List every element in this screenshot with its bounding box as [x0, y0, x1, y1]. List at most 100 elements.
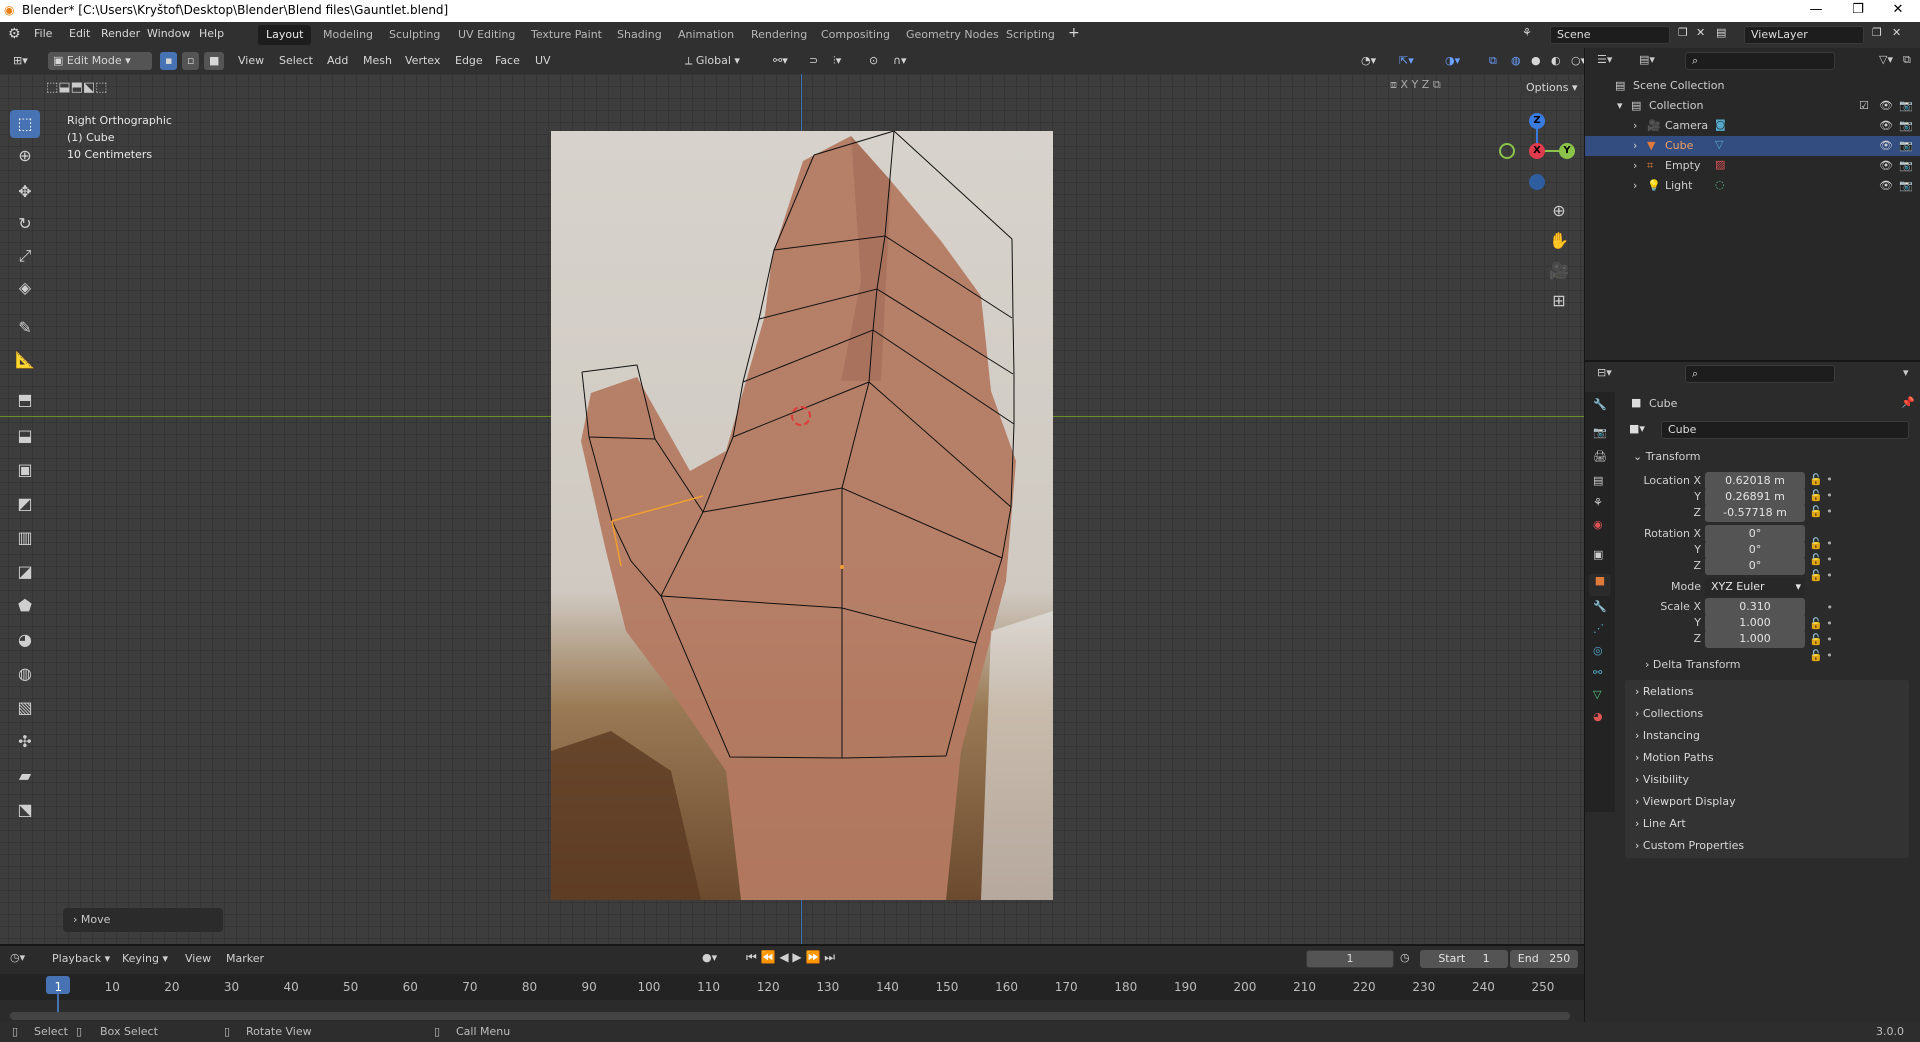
view-layer-field[interactable]: ViewLayer — [1744, 26, 1864, 44]
constraints-tab-icon[interactable]: ⚯ — [1593, 666, 1602, 679]
scene-tab-icon[interactable]: ⚘ — [1593, 496, 1603, 509]
mode-dropdown[interactable]: ▣ Edit Mode ▾ — [48, 52, 152, 70]
camera-view-icon[interactable]: 🎥 — [1547, 259, 1571, 283]
gizmo-neg-z-axis[interactable] — [1529, 174, 1545, 190]
options-button[interactable]: Options ▾ — [1520, 80, 1584, 96]
render-camera-icon[interactable]: 📷 — [1899, 139, 1913, 152]
navigation-gizmo[interactable]: Z X Y — [1492, 108, 1582, 198]
collection-tab-icon[interactable]: ▣ — [1593, 548, 1603, 561]
proportional-edit-icon[interactable]: ⊙ — [864, 52, 883, 70]
panel-relations[interactable]: › Relations — [1625, 680, 1909, 704]
3d-viewport[interactable]: ⬚ ⊕ ✥ ↻ ⤢ ◈ ✎ 📐 ⬒ ⬓ ▣ ◩ ▥ ◪ ⬟ ◕ ◍ ▧ ✣ ▰ … — [0, 74, 1584, 944]
exclude-checkbox[interactable]: ☑ — [1859, 99, 1869, 112]
snap-target-icon[interactable]: ⫶▾ — [828, 52, 846, 70]
render-camera-icon[interactable]: 📷 — [1899, 119, 1913, 132]
menu-timeline-view[interactable]: View — [185, 952, 211, 965]
menu-select[interactable]: Select — [274, 52, 318, 70]
properties-editor-type-icon[interactable]: ⊟▾ — [1597, 366, 1612, 379]
start-frame-field[interactable]: Start 1 — [1420, 950, 1508, 968]
render-camera-icon[interactable]: 📷 — [1899, 159, 1913, 172]
transform-panel-header[interactable]: ⌄ Transform — [1633, 450, 1700, 463]
orientation-dropdown[interactable]: ⟂ Global ▾ — [680, 52, 745, 70]
rotation-z-field[interactable]: 0° — [1705, 557, 1805, 575]
tab-layout[interactable]: Layout — [258, 25, 312, 45]
extrude-tool-icon[interactable]: ⬓ — [10, 422, 40, 450]
tab-geometry-nodes[interactable]: Geometry Nodes — [898, 25, 1007, 45]
outliner-editor-type-icon[interactable]: ☰▾ — [1597, 53, 1612, 66]
panel-line-art[interactable]: › Line Art — [1625, 812, 1909, 836]
menu-edit[interactable]: Edit — [69, 27, 90, 40]
particles-tab-icon[interactable]: ⋰ — [1593, 622, 1604, 635]
expand-arrow-icon[interactable]: › — [1633, 119, 1637, 132]
outliner-item-light[interactable]: › 💡 Light ◌ 👁 📷 — [1585, 176, 1920, 196]
auto-merge-icon[interactable]: ⧉ — [1433, 78, 1441, 91]
view-layer-tab-icon[interactable]: ▤ — [1593, 474, 1603, 487]
smooth-tool-icon[interactable]: ◍ — [10, 660, 40, 688]
pin-icon[interactable]: 📌 — [1901, 396, 1915, 409]
panel-custom-properties[interactable]: › Custom Properties — [1625, 834, 1909, 858]
menu-edge[interactable]: Edge — [450, 52, 488, 70]
pan-hand-icon[interactable]: ✋ — [1547, 229, 1571, 253]
panel-visibility[interactable]: › Visibility — [1625, 768, 1909, 792]
timeline-editor-type-icon[interactable]: ◷▾ — [10, 951, 25, 964]
mirror-y-toggle[interactable]: Y — [1412, 78, 1419, 91]
snap-icon[interactable]: ⊃ — [804, 52, 823, 70]
face-select-icon[interactable]: ■ — [204, 52, 225, 70]
menu-window[interactable]: Window — [147, 27, 190, 40]
xray-icon[interactable]: ⧉ — [1484, 52, 1502, 70]
menu-help[interactable]: Help — [199, 27, 224, 40]
properties-search-input[interactable]: ⌕ — [1685, 365, 1835, 383]
zoom-icon[interactable]: ⊕ — [1547, 199, 1571, 223]
close-button[interactable]: ✕ — [1878, 2, 1918, 17]
tab-scripting[interactable]: Scripting — [998, 25, 1063, 45]
object-type-dropdown-icon[interactable]: ■▾ — [1629, 422, 1645, 435]
menu-face[interactable]: Face — [490, 52, 525, 70]
menu-add[interactable]: Add — [322, 52, 353, 70]
shear-tool-icon[interactable]: ▰ — [10, 762, 40, 790]
collection-row[interactable]: ▾ ▤ Collection ☑ 👁 📷 — [1585, 96, 1920, 116]
render-camera-icon[interactable]: 📷 — [1899, 179, 1913, 192]
expand-arrow-icon[interactable]: › — [1633, 139, 1637, 152]
panel-instancing[interactable]: › Instancing — [1625, 724, 1909, 748]
tab-animation[interactable]: Animation — [670, 25, 742, 45]
select-box-tool-icon[interactable]: ⬚ — [10, 110, 40, 138]
gizmo-x-axis[interactable]: X — [1529, 143, 1545, 159]
menu-vertex[interactable]: Vertex — [400, 52, 445, 70]
menu-file[interactable]: File — [34, 27, 52, 40]
transform-tool-icon[interactable]: ◈ — [10, 274, 40, 302]
spin-tool-icon[interactable]: ◕ — [10, 626, 40, 654]
editor-type-icon[interactable]: ⊞▾ — [8, 52, 33, 70]
rotate-tool-icon[interactable]: ↻ — [10, 210, 40, 238]
new-view-layer-icon[interactable]: ❐ — [1872, 26, 1882, 39]
bevel-tool-icon[interactable]: ◩ — [10, 490, 40, 518]
record-keyframe-icon[interactable]: ●▾ — [702, 951, 717, 964]
end-frame-field[interactable]: End 250 — [1510, 950, 1578, 968]
vertex-select-icon[interactable]: ▪ — [160, 52, 178, 70]
blender-menu-icon[interactable]: ⚙ — [8, 26, 21, 42]
lock-icons[interactable]: 🔓 • 🔓 • 🔓 • 🔓 • 🔓 • 🔓 • • 🔓 • 🔓 • 🔓 • — [1809, 472, 1919, 664]
expand-arrow-icon[interactable]: › — [1633, 159, 1637, 172]
pivot-icon[interactable]: ⚯▾ — [768, 52, 793, 70]
object-name-field[interactable]: Cube — [1661, 421, 1909, 439]
tool-tab-icon[interactable]: 🔧 — [1593, 398, 1607, 411]
output-tab-icon[interactable]: 🖨 — [1593, 450, 1607, 463]
edge-slide-tool-icon[interactable]: ▧ — [10, 694, 40, 722]
view-layer-icon[interactable]: ▤ — [1716, 26, 1726, 39]
tab-compositing[interactable]: Compositing — [813, 25, 898, 45]
display-mode-icon[interactable]: ▤▾ — [1639, 53, 1655, 66]
visibility-icon[interactable]: ◔▾ — [1356, 52, 1381, 70]
outliner-item-camera[interactable]: › 🎥 Camera ◙ 👁 📷 — [1585, 116, 1920, 136]
menu-marker[interactable]: Marker — [226, 952, 264, 965]
gizmo-neg-y-axis[interactable] — [1499, 143, 1515, 159]
current-frame-field[interactable]: 1 — [1306, 950, 1394, 968]
inset-tool-icon[interactable]: ▣ — [10, 456, 40, 484]
gizmo-toggle-icon[interactable]: ⇱▾ — [1394, 52, 1419, 70]
timeline-scrollbar[interactable] — [10, 1012, 1570, 1020]
visibility-eye-icon[interactable]: 👁 — [1879, 179, 1893, 192]
falloff-icon[interactable]: ∩▾ — [888, 52, 912, 70]
location-z-field[interactable]: -0.57718 m — [1705, 504, 1805, 522]
outliner-item-cube[interactable]: › ▼ Cube ▽ 👁 📷 — [1585, 136, 1920, 156]
menu-playback[interactable]: Playback ▾ — [52, 952, 110, 965]
visibility-eye-icon[interactable]: 👁 — [1879, 119, 1893, 132]
add-cube-tool-icon[interactable]: ⬒ — [10, 386, 40, 414]
